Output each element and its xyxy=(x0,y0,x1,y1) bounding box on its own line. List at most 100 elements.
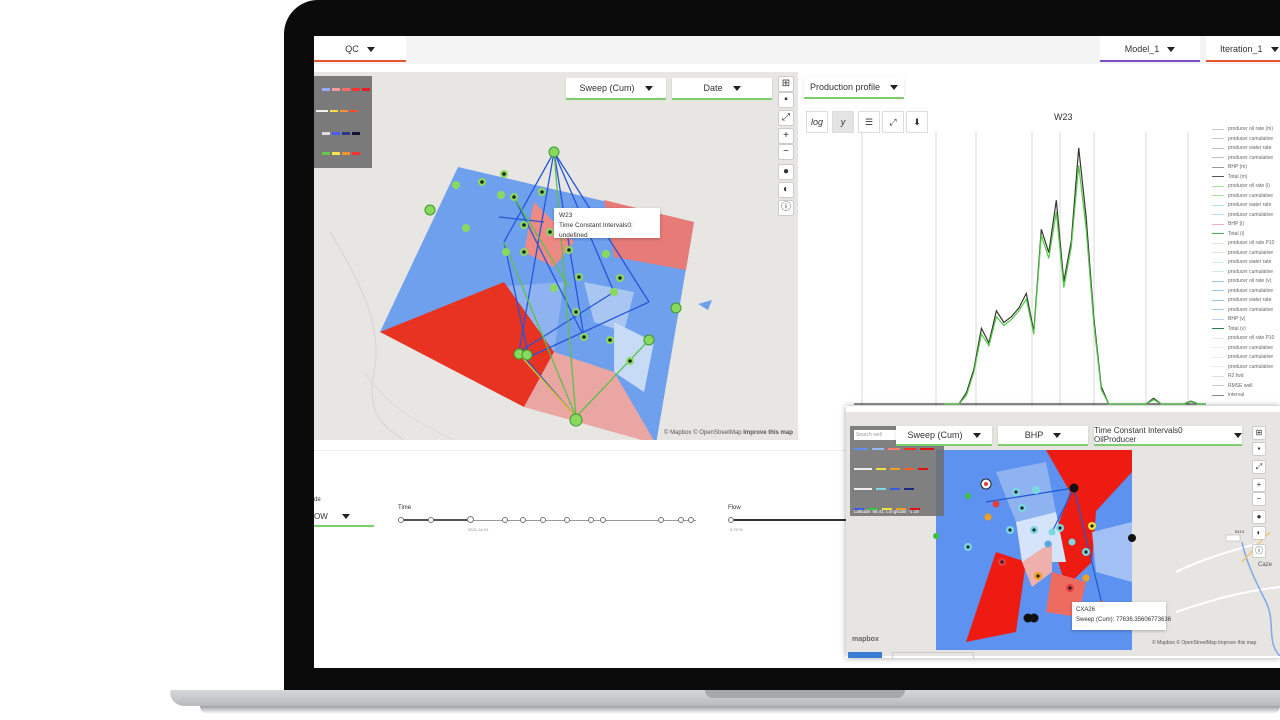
download-icon[interactable]: ⬇ xyxy=(906,111,928,133)
inset-map[interactable]: Search well Latitude: 58.41, Longitude: … xyxy=(846,412,1280,656)
inset-trash-icon[interactable]: ▪ xyxy=(1252,442,1266,456)
legend-entry[interactable]: producer cumulative xyxy=(1212,193,1273,199)
fullscreen-icon[interactable]: ⤢ xyxy=(778,110,794,126)
tooltip-well-name: W23 xyxy=(559,212,573,219)
legend-entry[interactable]: producer cumulative xyxy=(1212,364,1273,370)
chevron-down-icon xyxy=(366,46,375,52)
info-icon[interactable]: ⓘ xyxy=(778,200,794,216)
legend-entry[interactable]: R2 fwd xyxy=(1212,373,1244,379)
qc-tab[interactable]: QC xyxy=(314,36,406,62)
chart-series-line xyxy=(944,147,1206,405)
legend-entry[interactable]: producer cumulative xyxy=(1212,155,1273,161)
zoom-out-icon[interactable]: − xyxy=(778,144,794,160)
legend-entry[interactable]: producer cumulative xyxy=(1212,288,1273,294)
legend-entry[interactable]: RMSE well xyxy=(1212,383,1252,389)
location-pin-icon[interactable]: ● xyxy=(778,164,794,180)
inset-location-pin-icon[interactable]: ● xyxy=(1252,510,1266,524)
legend-entry[interactable]: producer oil rate P10 xyxy=(1212,335,1274,341)
legend-swatch xyxy=(1212,394,1224,396)
legend-entry[interactable]: producer water rate xyxy=(1212,297,1271,303)
legend-swatch xyxy=(1212,337,1224,339)
legend-swatch xyxy=(1212,290,1224,291)
sweep-dropdown[interactable]: Sweep (Cum) xyxy=(566,78,666,98)
inset-tooltip-well: CXA26 xyxy=(1076,607,1096,613)
date-dropdown[interactable]: Date xyxy=(672,78,772,98)
legend-entry[interactable]: producer oil rate (i) xyxy=(1212,183,1270,189)
qc-tab-underline xyxy=(314,60,406,62)
legend-entry[interactable]: producer water rate xyxy=(1212,202,1271,208)
inset-attribution: © Mapbox © OpenStreetMap Improve this ma… xyxy=(1152,640,1256,646)
legend-entry[interactable]: BHP (m) xyxy=(1212,164,1247,170)
flow-slider-handle[interactable] xyxy=(728,517,734,523)
map-attribution-text: © Mapbox © OpenStreetMap xyxy=(664,430,742,436)
legend-entry[interactable]: Total (m) xyxy=(1212,174,1247,180)
legend-entry[interactable]: producer water rate xyxy=(1212,145,1271,151)
zoom-in-icon[interactable]: + xyxy=(778,128,794,144)
legend-entry[interactable]: producer cumulative xyxy=(1212,136,1273,142)
inset-toggle-icon[interactable]: ◐ xyxy=(1252,526,1266,540)
legend-entry[interactable]: producer oil rate P10 xyxy=(1212,240,1274,246)
legend-entry[interactable]: producer cumulative xyxy=(1212,307,1273,313)
legend-entry[interactable]: BHP (i) xyxy=(1212,221,1244,227)
inset-bhp-dropdown[interactable]: BHP xyxy=(998,426,1088,444)
inset-improve-link[interactable]: Improve this map xyxy=(1218,640,1256,646)
iteration-tab[interactable]: Iteration_1 xyxy=(1206,36,1280,62)
legend-swatch xyxy=(1212,328,1224,329)
legend-entry[interactable]: producer cumulative xyxy=(1212,212,1273,218)
list-icon[interactable]: ☰ xyxy=(858,111,880,133)
flow-label: Flow xyxy=(728,505,741,511)
production-profile-dropdown[interactable]: Production profile xyxy=(804,77,904,97)
legend-entry[interactable]: producer cumulative xyxy=(1212,269,1273,275)
legend-label: producer water rate xyxy=(1228,297,1272,303)
expand-icon[interactable]: ⤢ xyxy=(882,111,904,133)
legend-entry[interactable]: producer cumulative xyxy=(1212,250,1273,256)
y-button[interactable]: y xyxy=(832,111,854,133)
legend-entry[interactable]: producer cumulative xyxy=(1212,345,1273,351)
legend-entry[interactable]: interval xyxy=(1212,392,1244,398)
toggle-icon[interactable]: ◐ xyxy=(778,182,794,198)
legend-swatch xyxy=(1212,318,1224,320)
date-dropdown-underline xyxy=(672,98,772,100)
flow-slider-track[interactable] xyxy=(730,519,854,521)
inset-bottom-input[interactable] xyxy=(892,652,974,658)
trash-icon[interactable]: ▪ xyxy=(778,92,794,108)
inset-tooltip: CXA26 Sweep (Cum): 77636.35606773636 xyxy=(1072,602,1171,630)
legend-label: BHP (m) xyxy=(1228,164,1248,170)
model-tab-label: Model_1 xyxy=(1124,44,1160,54)
inset-attribution-text: © Mapbox © OpenStreetMap xyxy=(1152,640,1217,646)
time-slider-handle[interactable] xyxy=(467,516,474,523)
legend-entry[interactable]: producer cumulative xyxy=(1212,354,1273,360)
inset-info-icon[interactable]: ⓘ xyxy=(1252,544,1266,558)
slider-stop xyxy=(398,517,404,523)
legend-label: producer oil rate P10 xyxy=(1228,335,1275,341)
bottom-dropdown[interactable]: OW xyxy=(314,509,374,523)
legend-entry[interactable]: producer oil rate (m) xyxy=(1212,126,1273,132)
legend-entry[interactable]: BHP (v) xyxy=(1212,316,1245,322)
inset-sweep-dropdown[interactable]: Sweep (Cum) xyxy=(896,426,992,444)
inset-search-input[interactable]: Search well xyxy=(854,430,896,440)
inset-zoom-in-icon[interactable]: + xyxy=(1252,478,1266,492)
map-attribution: © Mapbox © OpenStreetMap Improve this ma… xyxy=(664,430,793,436)
inset-grid-icon[interactable]: ⊞ xyxy=(1252,426,1266,440)
production-chart xyxy=(854,132,1206,414)
iteration-tab-label: Iteration_1 xyxy=(1220,44,1263,54)
chart-legend: producer oil rate (m) producer cumulative… xyxy=(1212,126,1280,401)
legend-entry[interactable]: producer water rate xyxy=(1212,259,1271,265)
inset-blue-button[interactable] xyxy=(848,652,882,658)
inset-interval-dropdown[interactable]: Time Constant Intervals0 OilProducer xyxy=(1094,426,1242,444)
inset-fullscreen-icon[interactable]: ⤢ xyxy=(1252,460,1266,474)
legend-entry[interactable]: Total (v) xyxy=(1212,326,1246,332)
improve-map-link[interactable]: Improve this map xyxy=(743,430,793,436)
main-map[interactable]: Sweep (Cum) Date W23 Time Constant Inter… xyxy=(314,72,798,440)
legend-swatch xyxy=(1212,280,1224,282)
grid-icon[interactable]: ⊞ xyxy=(778,76,794,92)
legend-entry[interactable]: producer oil rate (v) xyxy=(1212,278,1271,284)
legend-swatch xyxy=(1212,214,1224,215)
model-tab[interactable]: Model_1 xyxy=(1100,36,1200,62)
slider-stop xyxy=(564,517,570,523)
log-button[interactable]: log xyxy=(806,111,828,133)
legend-entry[interactable]: Total (i) xyxy=(1212,231,1244,237)
inset-zoom-out-icon[interactable]: − xyxy=(1252,492,1266,506)
legend-label: producer water rate xyxy=(1228,145,1272,151)
legend-swatch xyxy=(1212,138,1224,139)
